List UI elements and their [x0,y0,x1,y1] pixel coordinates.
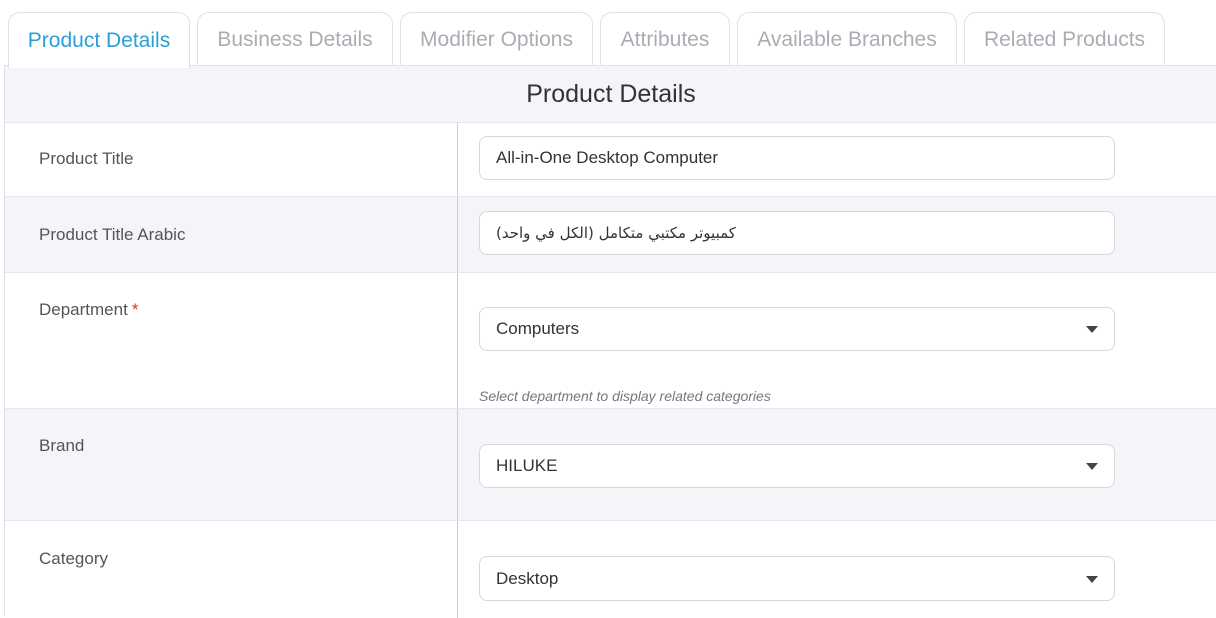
caret-down-icon [1086,326,1098,333]
product-title-value: All-in-One Desktop Computer [496,148,719,167]
product-title-arabic-value: كمبيوتر مكتبي متكامل (الكل في واحد) [496,224,736,242]
product-details-panel: Product Details Product Title All-in-One… [4,65,1216,618]
row-divider [457,122,458,196]
brand-label: Brand [39,436,85,455]
department-label-text: Department [39,300,128,319]
form-row-product-title: Product Title All-in-One Desktop Compute… [5,122,1216,197]
department-select[interactable]: Computers [479,307,1115,351]
panel-title: Product Details [5,66,1216,123]
tab-attributes[interactable]: Attributes [600,12,730,66]
row-divider [457,197,458,272]
required-marker: * [131,300,139,319]
category-label: Category [39,549,108,568]
caret-down-icon [1086,463,1098,470]
department-value: Computers [496,319,580,338]
product-title-label: Product Title [39,149,134,168]
tab-available-branches[interactable]: Available Branches [737,12,957,66]
tab-related-products[interactable]: Related Products [964,12,1165,66]
department-help-text: Select department to display related cat… [479,388,771,404]
tab-modifier-options[interactable]: Modifier Options [400,12,593,66]
brand-value: HILUKE [496,456,558,475]
tab-business-details[interactable]: Business Details [197,12,393,66]
form-row-department: Department * Computers Select department … [5,273,1216,409]
form-row-product-title-arabic: Product Title Arabic كمبيوتر مكتبي متكام… [5,197,1216,273]
caret-down-icon [1086,575,1098,583]
tab-product-details[interactable]: Product Details [8,12,190,68]
product-title-input[interactable]: All-in-One Desktop Computer [479,136,1115,180]
brand-select[interactable]: HILUKE [479,444,1115,488]
category-select[interactable]: Desktop [479,556,1115,601]
category-value: Desktop [496,568,559,588]
form-row-category: Category Desktop [5,521,1216,618]
form-row-brand: Brand HILUKE [5,409,1216,521]
tab-bar: Product Details Business Details Modifie… [0,0,1216,68]
product-title-arabic-label: Product Title Arabic [39,225,186,244]
row-divider [457,273,458,408]
row-divider [457,409,458,520]
row-divider [457,521,458,618]
product-title-arabic-input[interactable]: كمبيوتر مكتبي متكامل (الكل في واحد) [479,211,1115,255]
department-label: Department * [39,300,138,320]
